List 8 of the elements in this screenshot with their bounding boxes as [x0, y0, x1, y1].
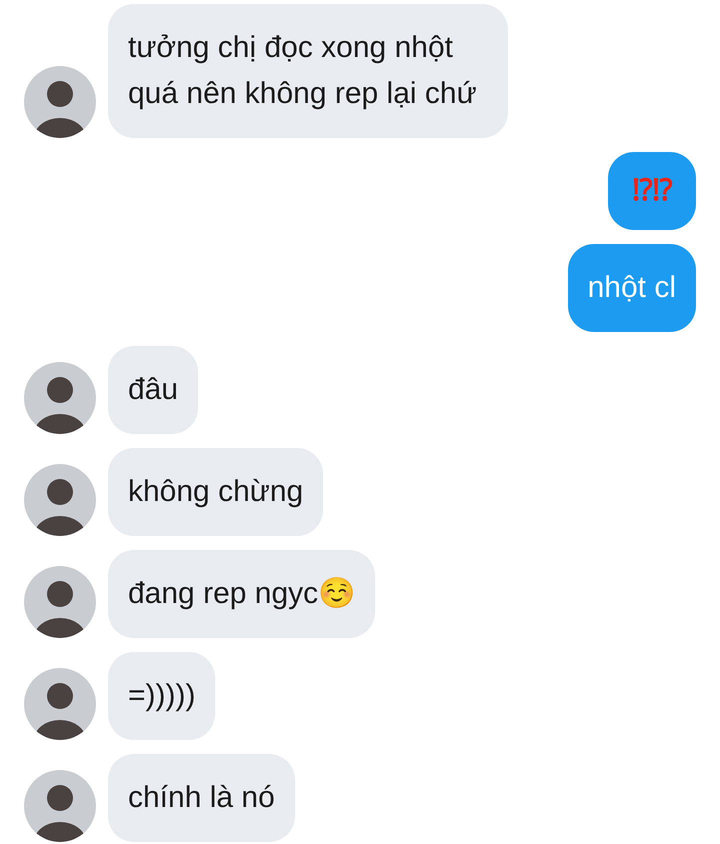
- message-bubble: đâu: [108, 346, 198, 434]
- message-bubble: chính là nó: [108, 754, 295, 842]
- message-bubble: tưởng chị đọc xong nhột quá nên không rep lại chứ: [108, 4, 508, 138]
- message-bubble: ⁉⁉: [608, 152, 696, 230]
- message-bubble: nhột cl: [568, 244, 696, 332]
- message-bubble: đang rep ngyc☺: [108, 550, 376, 638]
- message-bubble: không chừng: [108, 448, 324, 536]
- message-bubble: =))))): [108, 652, 216, 740]
